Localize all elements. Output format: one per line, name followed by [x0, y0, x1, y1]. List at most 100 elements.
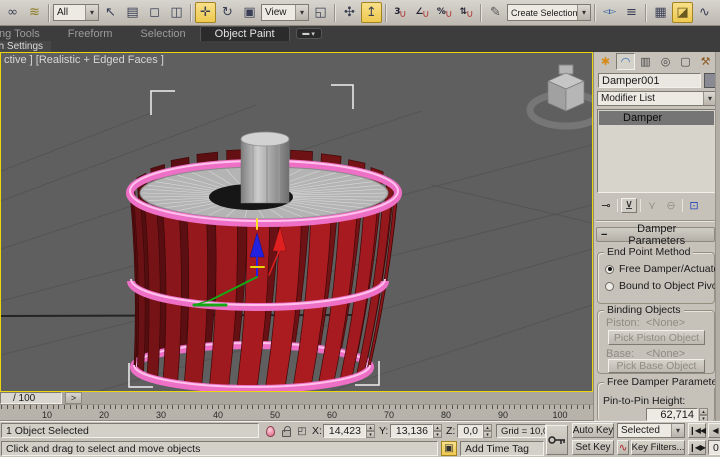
schematic-view-icon[interactable]: ⊞: [716, 2, 720, 23]
adaptive-degradation-icon[interactable]: ▣: [441, 441, 457, 456]
utilities-tab-icon[interactable]: ⚒: [696, 53, 715, 70]
selection-lock-icon[interactable]: [279, 424, 293, 438]
mirror-icon[interactable]: ◅▻: [599, 2, 620, 23]
use-pivot-center-icon[interactable]: ◱: [310, 2, 331, 23]
ruler-tick: [497, 405, 498, 409]
z-coordinate-field[interactable]: 0,0: [457, 424, 483, 438]
auto-key-button[interactable]: Auto Key: [572, 423, 614, 438]
remove-modifier-icon[interactable]: ⊖: [663, 198, 679, 213]
go-to-start-button[interactable]: ❙◀◀: [688, 423, 706, 438]
object-name-field[interactable]: Damper001: [598, 73, 701, 88]
main-toolbar: ∞ ≋ All ▾ ↖ ▤ ◻ ◫ ✛ ↻ ▣ View ▾ ◱ ✣ ↥ 3∩ …: [0, 0, 720, 26]
set-key-button[interactable]: Set Key: [572, 440, 614, 455]
tab-object-paint[interactable]: Object Paint: [200, 26, 290, 41]
key-filters-button[interactable]: Key Filters...: [631, 440, 685, 455]
modify-tab-icon[interactable]: ◠: [616, 53, 635, 70]
toolbar-separator: [190, 4, 192, 22]
radio-bound-pivots[interactable]: Bound to Object Pivots: [605, 280, 714, 292]
select-by-name-icon[interactable]: ▤: [122, 2, 143, 23]
layer-manager-icon[interactable]: ▦: [650, 2, 671, 23]
ribbon-minimize-button[interactable]: ▬ ▾: [296, 28, 322, 39]
graphite-ribbon-toggle-icon[interactable]: ◪: [672, 2, 693, 23]
modifier-list-dropdown[interactable]: Modifier List ▾: [597, 91, 717, 106]
spinner-snap-icon[interactable]: ⇅∩: [456, 2, 477, 23]
key-mode-dropdown[interactable]: Selected ▾: [617, 423, 685, 438]
curve-editor-icon[interactable]: ∿: [694, 2, 715, 23]
pin-height-spinner[interactable]: ▴▾: [699, 408, 708, 421]
select-and-link-icon[interactable]: ∞: [2, 2, 23, 23]
selection-filter-dropdown[interactable]: All ▾: [53, 4, 99, 21]
configure-modifier-sets-icon[interactable]: ⊡: [686, 198, 702, 213]
select-and-manipulate-icon[interactable]: ✣: [339, 2, 360, 23]
free-damper-parameters-group: Free Damper Parameters Pin-to-Pin Height…: [597, 382, 715, 421]
percent-snap-icon[interactable]: %∩: [434, 2, 455, 23]
ruler-tick: [400, 405, 401, 409]
display-tab-icon[interactable]: ▢: [676, 53, 695, 70]
ruler-tick: [309, 405, 310, 409]
key-tangent-icon[interactable]: ∿: [617, 440, 629, 455]
keyboard-override-icon[interactable]: ↥: [361, 2, 382, 23]
track-bar-ruler[interactable]: 102030405060708090100: [0, 405, 593, 421]
align-icon[interactable]: ≡: [621, 2, 642, 23]
toolbar-separator: [48, 4, 50, 22]
make-unique-icon[interactable]: ⋎: [644, 198, 660, 213]
y-spinner[interactable]: ▴▾: [433, 424, 442, 438]
tab-brush-settings[interactable]: ush Settings: [0, 41, 51, 52]
window-crossing-icon[interactable]: ◫: [166, 2, 187, 23]
radio-free-damper[interactable]: Free Damper/Actuator: [605, 263, 714, 275]
modifier-stack-item[interactable]: Damper: [599, 111, 714, 125]
add-time-tag-field[interactable]: Add Time Tag: [460, 441, 544, 456]
radio-dot[interactable]: [605, 265, 614, 274]
next-frame-button[interactable]: >: [65, 392, 82, 404]
isolate-selection-icon[interactable]: [263, 424, 277, 438]
viewcube[interactable]: [530, 65, 592, 126]
ruler-tick: [178, 405, 179, 409]
key-mode-toggle-button[interactable]: ❙◀▶: [688, 440, 706, 455]
toggle-set-key-button[interactable]: [546, 425, 568, 455]
z-spinner[interactable]: ▴▾: [483, 424, 492, 438]
edit-named-sets-icon[interactable]: ✎: [485, 2, 506, 23]
angle-snap-icon[interactable]: ∠∩: [412, 2, 433, 23]
select-object-icon[interactable]: ↖: [100, 2, 121, 23]
toolbar-separator: [480, 4, 482, 22]
snaps-toggle-icon[interactable]: 3∩: [390, 2, 411, 23]
named-selection-sets-dropdown[interactable]: Create Selection Se ▾: [507, 4, 591, 21]
perspective-viewport[interactable]: ctive ] [Realistic + Edged Faces ]: [0, 52, 593, 392]
viewport-label[interactable]: ctive ] [Realistic + Edged Faces ]: [4, 54, 164, 66]
radio-dot[interactable]: [605, 282, 614, 291]
bind-to-space-warp-icon[interactable]: ≋: [24, 2, 45, 23]
x-label: X:: [312, 425, 322, 437]
x-coordinate-field[interactable]: 14,423: [323, 424, 366, 438]
viewport-canvas[interactable]: [1, 53, 592, 391]
y-coordinate-field[interactable]: 13,136: [390, 424, 433, 438]
ruler-tick: [366, 405, 367, 409]
time-slider-handle[interactable]: / 100: [0, 392, 62, 404]
absolute-mode-icon[interactable]: ◰: [295, 424, 309, 438]
select-and-scale-icon[interactable]: ▣: [239, 2, 260, 23]
ruler-tick: [247, 405, 248, 409]
pick-base-button[interactable]: Pick Base Object: [608, 359, 705, 373]
current-frame-field[interactable]: 0: [708, 440, 720, 455]
show-end-result-icon[interactable]: ⊻: [621, 198, 637, 213]
hierarchy-tab-icon[interactable]: ▥: [636, 53, 655, 70]
damper-piston: [241, 132, 289, 203]
tab-modeling-tools[interactable]: eling Tools: [0, 26, 54, 41]
damper-parameters-rollout[interactable]: − Damper Parameters: [596, 227, 715, 242]
modifier-stack[interactable]: Damper: [597, 109, 716, 193]
pin-height-field[interactable]: 62,714: [646, 408, 698, 421]
pin-stack-icon[interactable]: ⊸: [598, 198, 614, 213]
select-and-move-icon[interactable]: ✛: [195, 2, 216, 23]
chevron-down-icon: ▾: [577, 5, 590, 20]
panel-scrollbar[interactable]: [715, 52, 720, 421]
tab-freeform[interactable]: Freeform: [54, 26, 127, 41]
x-spinner[interactable]: ▴▾: [366, 424, 375, 438]
tab-selection[interactable]: Selection: [126, 26, 199, 41]
create-tab-icon[interactable]: ✱: [596, 53, 615, 70]
previous-frame-button[interactable]: ◀: [708, 423, 720, 438]
time-slider-track[interactable]: / 100 >: [0, 392, 593, 405]
pick-piston-button[interactable]: Pick Piston Object: [608, 330, 705, 345]
rect-selection-region-icon[interactable]: ◻: [144, 2, 165, 23]
ruler-tick: [161, 405, 162, 409]
motion-tab-icon[interactable]: ◎: [656, 53, 675, 70]
select-and-rotate-icon[interactable]: ↻: [217, 2, 238, 23]
